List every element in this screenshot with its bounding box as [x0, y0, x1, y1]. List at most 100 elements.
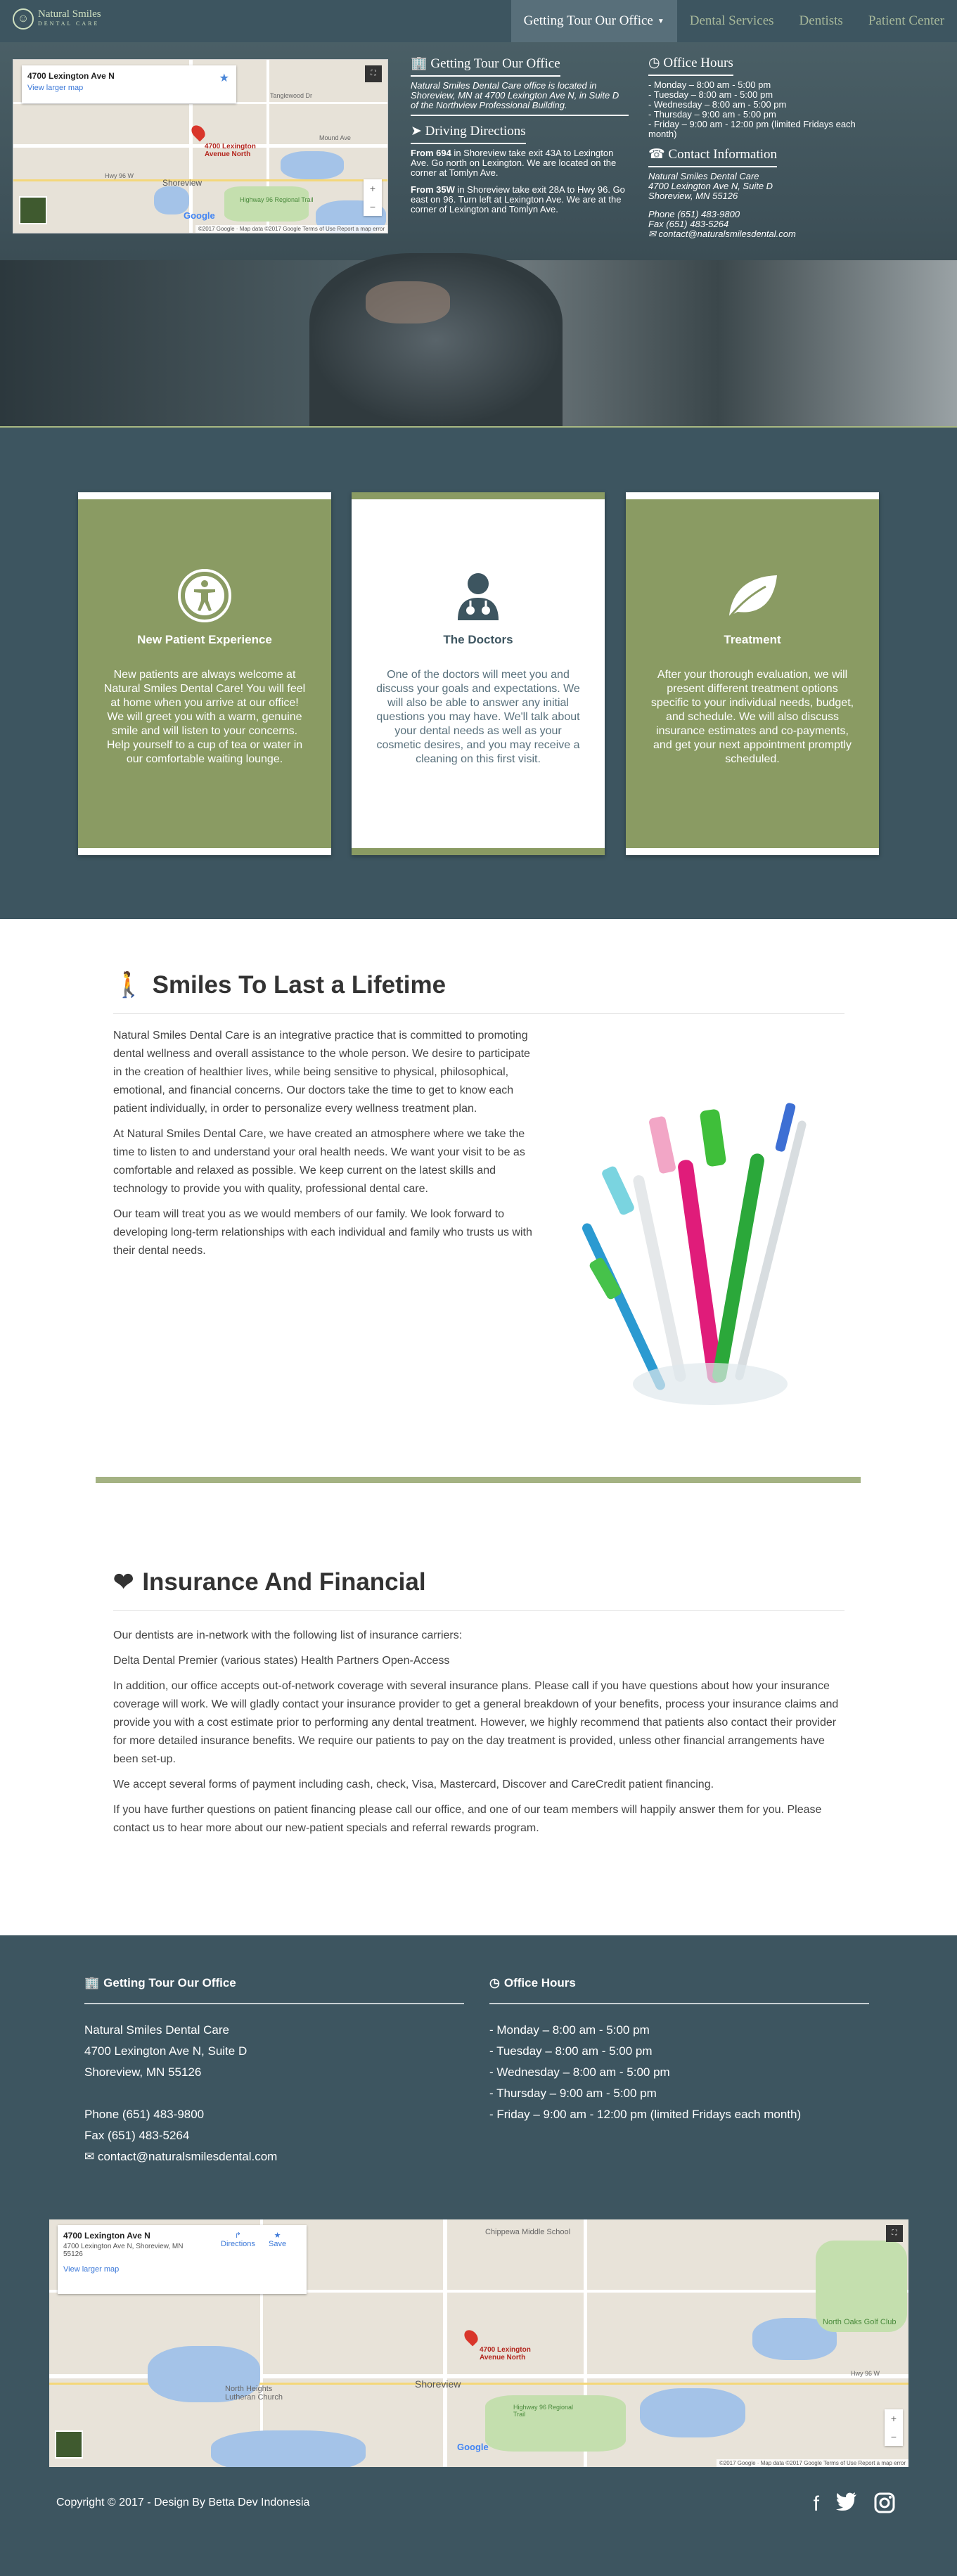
paragraph: If you have further questions on patient… — [113, 1804, 822, 1834]
menu-item-dental-services[interactable]: Dental Services — [677, 0, 787, 42]
zoom-control[interactable]: + − — [885, 2409, 903, 2446]
directions-35w: From 35W in Shoreview take exit 28A to H… — [411, 184, 625, 214]
footer-office-heading: 🏢 Getting Tour Our Office — [84, 1976, 236, 1989]
map-label: Highway 96 Regional Trail — [240, 196, 314, 203]
smiles-body: Natural Smiles Dental Care is an integra… — [113, 1027, 535, 1260]
satellite-toggle[interactable] — [55, 2430, 83, 2459]
star-icon[interactable]: ★ — [219, 71, 229, 85]
satellite-toggle[interactable] — [19, 196, 47, 224]
hours-line: - Friday – 9:00 am - 12:00 pm (limited F… — [648, 119, 856, 139]
smiles-section: 🚶 Smiles To Last a Lifetime — [113, 970, 844, 1014]
footer-office: 🏢 Getting Tour Our Office Natural Smiles … — [84, 1976, 464, 2167]
map-pin-label: 4700 Lexington Avenue North — [205, 143, 256, 158]
envelope-icon: ✉ — [648, 229, 659, 239]
map-pin-icon[interactable] — [461, 2327, 481, 2347]
map-embed-bottom[interactable]: 4700 Lexington Ave N 4700 Lexington Ave … — [49, 2219, 908, 2467]
footer-name: Natural Smiles Dental Care — [84, 2023, 229, 2037]
view-larger-map-link[interactable]: View larger map — [63, 2265, 301, 2274]
insurance-section: ❤ Insurance And Financial Our dentists ar… — [113, 1568, 844, 1838]
directions-heading: ➤ Driving Directions — [411, 123, 526, 144]
zoom-out-icon[interactable]: − — [364, 198, 382, 216]
hours-line: - Friday – 9:00 am - 12:00 pm (limited F… — [489, 2108, 802, 2121]
view-larger-map-link[interactable]: View larger map — [27, 84, 231, 92]
zoom-control[interactable]: + − — [364, 179, 382, 216]
copyright-text: Copyright © 2017 - Design By Betta Dev I… — [56, 2497, 310, 2508]
card-new-patient: New Patient Experience New patients are … — [78, 492, 331, 855]
clock-icon: ◷ — [648, 56, 664, 70]
twitter-icon[interactable] — [836, 2492, 857, 2519]
building-icon: 🏢 — [411, 56, 431, 71]
footer-hours-heading: ◷ Office Hours — [489, 1976, 576, 1989]
card-title: Treatment — [724, 633, 781, 646]
hours-heading: ◷ Office Hours — [648, 55, 733, 76]
leaf-icon — [725, 568, 780, 623]
directions-icon: ↱ — [234, 2231, 242, 2240]
contact-name: Natural Smiles Dental Care — [648, 171, 759, 181]
contact-street: 4700 Lexington Ave N, Suite D — [648, 181, 773, 191]
fullscreen-icon[interactable]: ⛶ — [886, 2225, 903, 2242]
footer-hours: ◷ Office Hours - Monday – 8:00 am - 5:00 … — [489, 1976, 869, 2125]
contact-city: Shoreview, MN 55126 — [648, 191, 738, 201]
toothbrushes-image — [570, 1075, 823, 1412]
footer-city: Shoreview, MN 55126 — [84, 2065, 202, 2079]
logo-title: Natural Smiles — [38, 8, 101, 20]
map-pin-label: 4700 Lexington Avenue North — [480, 2346, 531, 2362]
envelope-icon: ✉ — [84, 2150, 98, 2163]
logo-icon: ☺ — [13, 8, 34, 30]
save-button[interactable]: ★ Save — [269, 2231, 286, 2248]
office-heading: 🏢 Getting Tour Our Office — [411, 55, 560, 77]
zoom-out-icon[interactable]: − — [885, 2428, 903, 2446]
directions-694: From 694 in Shoreview take exit 43A to L… — [411, 148, 617, 178]
building-icon: 🏢 — [84, 1976, 100, 1989]
top-navbar: ☺ Natural Smiles DENTAL CARE Getting Tour… — [0, 0, 957, 42]
menu-label: Getting Tour Our Office — [523, 13, 653, 28]
office-text: Natural Smiles Dental Care office is loc… — [411, 80, 619, 110]
footer-phone[interactable]: Phone (651) 483-9800 — [84, 2104, 464, 2125]
map-label: Shoreview — [415, 2378, 461, 2390]
paragraph: Delta Dental Premier (various states) He… — [113, 1655, 450, 1667]
contact-email[interactable]: ✉ contact@naturalsmilesdental.com — [648, 229, 859, 239]
directions-button[interactable]: ↱ Directions — [221, 2231, 255, 2248]
instagram-icon[interactable] — [874, 2492, 895, 2519]
hero-photo-figure — [309, 253, 563, 428]
logo[interactable]: ☺ Natural Smiles DENTAL CARE — [13, 8, 101, 30]
zoom-in-icon[interactable]: + — [885, 2409, 903, 2428]
smiles-heading: 🚶 Smiles To Last a Lifetime — [113, 970, 844, 1014]
map-embed-top[interactable]: 4700 Lexington Ave N View larger map ★ T… — [13, 59, 388, 233]
divider — [489, 2003, 869, 2004]
card-title: New Patient Experience — [137, 633, 272, 646]
logo-subtitle: DENTAL CARE — [38, 20, 100, 27]
caret-down-icon: ▼ — [657, 17, 664, 25]
map-label: North Heights Lutheran Church — [225, 2385, 283, 2402]
menu-item-dentists[interactable]: Dentists — [787, 0, 856, 42]
map-attribution[interactable]: ©2017 Google · Map data ©2017 Google Ter… — [195, 225, 387, 233]
paragraph: At Natural Smiles Dental Care, we have c… — [113, 1128, 525, 1195]
main-menu: Getting Tour Our Office ▼ Dental Services… — [510, 0, 957, 42]
doctor-icon — [451, 568, 506, 623]
zoom-in-icon[interactable]: + — [364, 179, 382, 198]
location-arrow-icon: ➤ — [411, 124, 425, 139]
card-text: One of the doctors will meet you and dis… — [376, 669, 580, 765]
paragraph: In addition, our office accepts out-of-n… — [113, 1680, 839, 1765]
map-label: Shoreview — [162, 178, 203, 188]
features-section: New Patient Experience New patients are … — [0, 428, 957, 919]
fullscreen-icon[interactable]: ⛶ — [365, 65, 382, 82]
map-label: Highway 96 Regional Trail — [513, 2404, 574, 2418]
social-links: f — [814, 2492, 895, 2519]
heart-icon: ❤ — [113, 1568, 134, 1596]
paragraph: Our team will treat you as we would memb… — [113, 1208, 532, 1257]
facebook-icon[interactable]: f — [814, 2492, 819, 2519]
menu-item-patient-center[interactable]: Patient Center — [856, 0, 957, 42]
contact-fax: Fax (651) 483-5264 — [648, 219, 729, 229]
contact-phone[interactable]: Phone (651) 483-9800 — [648, 210, 859, 219]
hero-photo-hand — [366, 281, 450, 323]
menu-item-office[interactable]: Getting Tour Our Office ▼ — [510, 0, 677, 42]
hours-line: - Tuesday – 8:00 am - 5:00 pm — [648, 89, 773, 100]
map-attribution[interactable]: ©2017 Google · Map data ©2017 Google Ter… — [716, 2459, 908, 2467]
map-info-card: 4700 Lexington Ave N 4700 Lexington Ave … — [58, 2225, 307, 2294]
hours-line: - Thursday – 9:00 am - 5:00 pm — [489, 2087, 657, 2100]
star-icon: ★ — [274, 2231, 281, 2240]
hero-hours-block: ◷ Office Hours - Monday – 8:00 am - 5:00… — [648, 55, 859, 239]
footer-email[interactable]: ✉ contact@naturalsmilesdental.com — [84, 2146, 464, 2167]
footer: 🏢 Getting Tour Our Office Natural Smiles … — [0, 1935, 957, 2576]
